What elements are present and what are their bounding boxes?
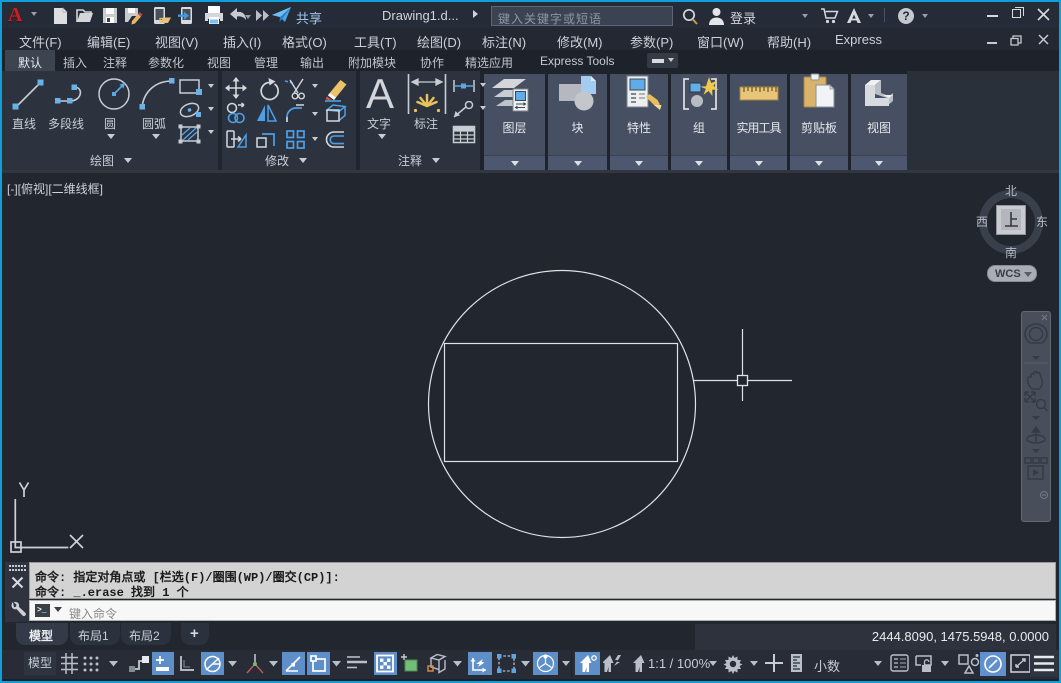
svg-text:?: ? [902, 9, 909, 23]
